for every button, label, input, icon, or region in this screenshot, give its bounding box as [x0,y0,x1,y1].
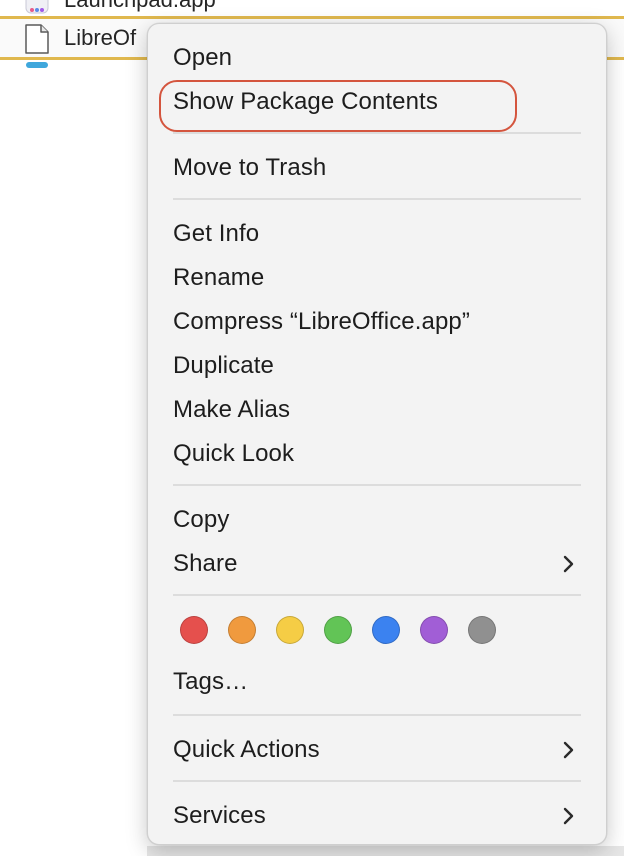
menu-item-duplicate[interactable]: Duplicate [148,346,606,386]
file-name-launchpad: Launchpad.app [64,0,216,13]
tag-gray-dot[interactable] [468,616,496,644]
menu-separator [173,484,581,486]
menu-separator [173,594,581,596]
menu-item-services[interactable]: Services [148,796,606,836]
context-menu: Open Show Package Contents Move to Trash… [147,23,607,845]
menu-item-share-label: Share [173,550,238,577]
app-icon [26,62,48,68]
underlying-row-edge [147,846,624,856]
menu-item-move-to-trash[interactable]: Move to Trash [148,148,606,188]
menu-item-share[interactable]: Share [148,544,606,584]
menu-item-make-alias[interactable]: Make Alias [148,390,606,430]
menu-item-show-package-contents[interactable]: Show Package Contents [148,82,606,122]
chevron-right-icon [563,807,574,825]
tag-orange-dot[interactable] [228,616,256,644]
file-name-libreoffice: LibreOf [64,25,137,50]
menu-item-get-info[interactable]: Get Info [148,214,606,254]
tag-red-dot[interactable] [180,616,208,644]
menu-item-services-label: Services [173,802,266,829]
menu-item-copy[interactable]: Copy [148,500,606,540]
menu-item-quick-actions-label: Quick Actions [173,736,320,763]
chevron-right-icon [563,741,574,759]
menu-separator [173,132,581,134]
chevron-right-icon [563,555,574,573]
document-icon [25,24,49,54]
menu-separator [173,198,581,200]
menu-item-tags[interactable]: Tags… [148,662,606,702]
tag-purple-dot[interactable] [420,616,448,644]
menu-item-quick-actions[interactable]: Quick Actions [148,730,606,770]
tag-green-dot[interactable] [324,616,352,644]
menu-separator [173,714,581,716]
menu-separator [173,780,581,782]
menu-item-rename[interactable]: Rename [148,258,606,298]
tag-yellow-dot[interactable] [276,616,304,644]
menu-item-open[interactable]: Open [148,38,606,78]
menu-item-compress[interactable]: Compress “LibreOffice.app” [148,302,606,342]
menu-item-quick-look[interactable]: Quick Look [148,434,606,474]
launchpad-app-icon [25,0,49,14]
tag-blue-dot[interactable] [372,616,400,644]
